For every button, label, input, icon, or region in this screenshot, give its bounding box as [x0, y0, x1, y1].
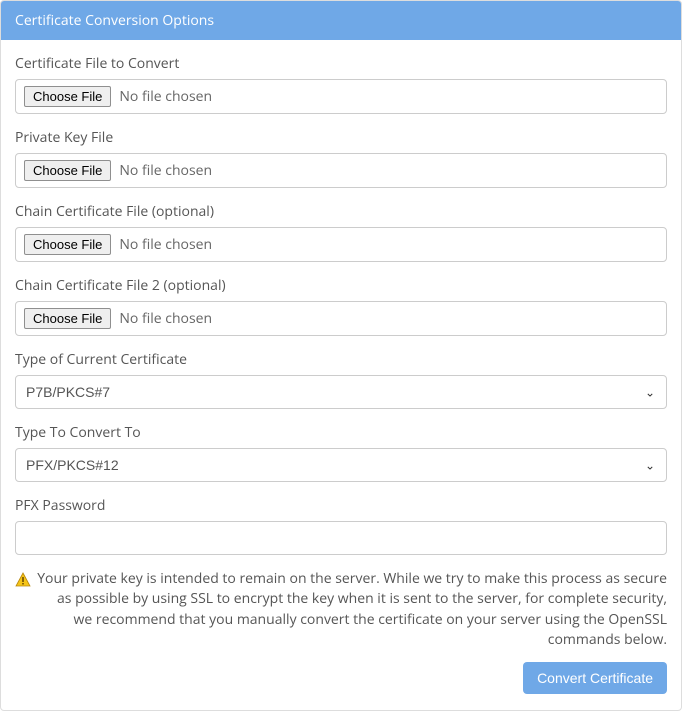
label-pfx-password: PFX Password: [15, 496, 667, 515]
label-type-current: Type of Current Certificate: [15, 350, 667, 369]
field-chain1: Chain Certificate File (optional) Choose…: [15, 202, 667, 262]
file-input-private-key[interactable]: Choose File No file chosen: [15, 153, 667, 188]
label-chain2: Chain Certificate File 2 (optional): [15, 276, 667, 295]
file-input-chain2[interactable]: Choose File No file chosen: [15, 301, 667, 336]
panel-title: Certificate Conversion Options: [1, 1, 681, 40]
convert-certificate-button[interactable]: Convert Certificate: [523, 662, 667, 694]
label-private-key: Private Key File: [15, 128, 667, 147]
file-input-cert[interactable]: Choose File No file chosen: [15, 79, 667, 114]
panel-body: Certificate File to Convert Choose File …: [1, 40, 681, 710]
warning-icon: [15, 571, 31, 593]
certificate-conversion-panel: Certificate Conversion Options Certifica…: [0, 0, 682, 711]
file-input-chain1[interactable]: Choose File No file chosen: [15, 227, 667, 262]
label-cert-file: Certificate File to Convert: [15, 54, 667, 73]
warning-message: Your private key is intended to remain o…: [15, 569, 667, 650]
field-private-key: Private Key File Choose File No file cho…: [15, 128, 667, 188]
file-status-private-key: No file chosen: [119, 161, 212, 180]
choose-file-chain2[interactable]: Choose File: [24, 308, 111, 329]
label-type-convert: Type To Convert To: [15, 423, 667, 442]
field-type-convert: Type To Convert To PFX/PKCS#12 ⌄: [15, 423, 667, 482]
file-status-cert: No file chosen: [119, 87, 212, 106]
select-type-convert[interactable]: PFX/PKCS#12: [15, 448, 667, 482]
file-status-chain2: No file chosen: [119, 309, 212, 328]
choose-file-chain1[interactable]: Choose File: [24, 234, 111, 255]
choose-file-private-key[interactable]: Choose File: [24, 160, 111, 181]
field-type-current: Type of Current Certificate P7B/PKCS#7 ⌄: [15, 350, 667, 409]
file-status-chain1: No file chosen: [119, 235, 212, 254]
field-cert-file: Certificate File to Convert Choose File …: [15, 54, 667, 114]
input-pfx-password[interactable]: [15, 521, 667, 555]
actions-row: Convert Certificate: [15, 662, 667, 694]
warning-text: Your private key is intended to remain o…: [35, 569, 667, 650]
field-chain2: Chain Certificate File 2 (optional) Choo…: [15, 276, 667, 336]
select-type-current[interactable]: P7B/PKCS#7: [15, 375, 667, 409]
choose-file-cert[interactable]: Choose File: [24, 86, 111, 107]
label-chain1: Chain Certificate File (optional): [15, 202, 667, 221]
field-pfx-password: PFX Password: [15, 496, 667, 555]
